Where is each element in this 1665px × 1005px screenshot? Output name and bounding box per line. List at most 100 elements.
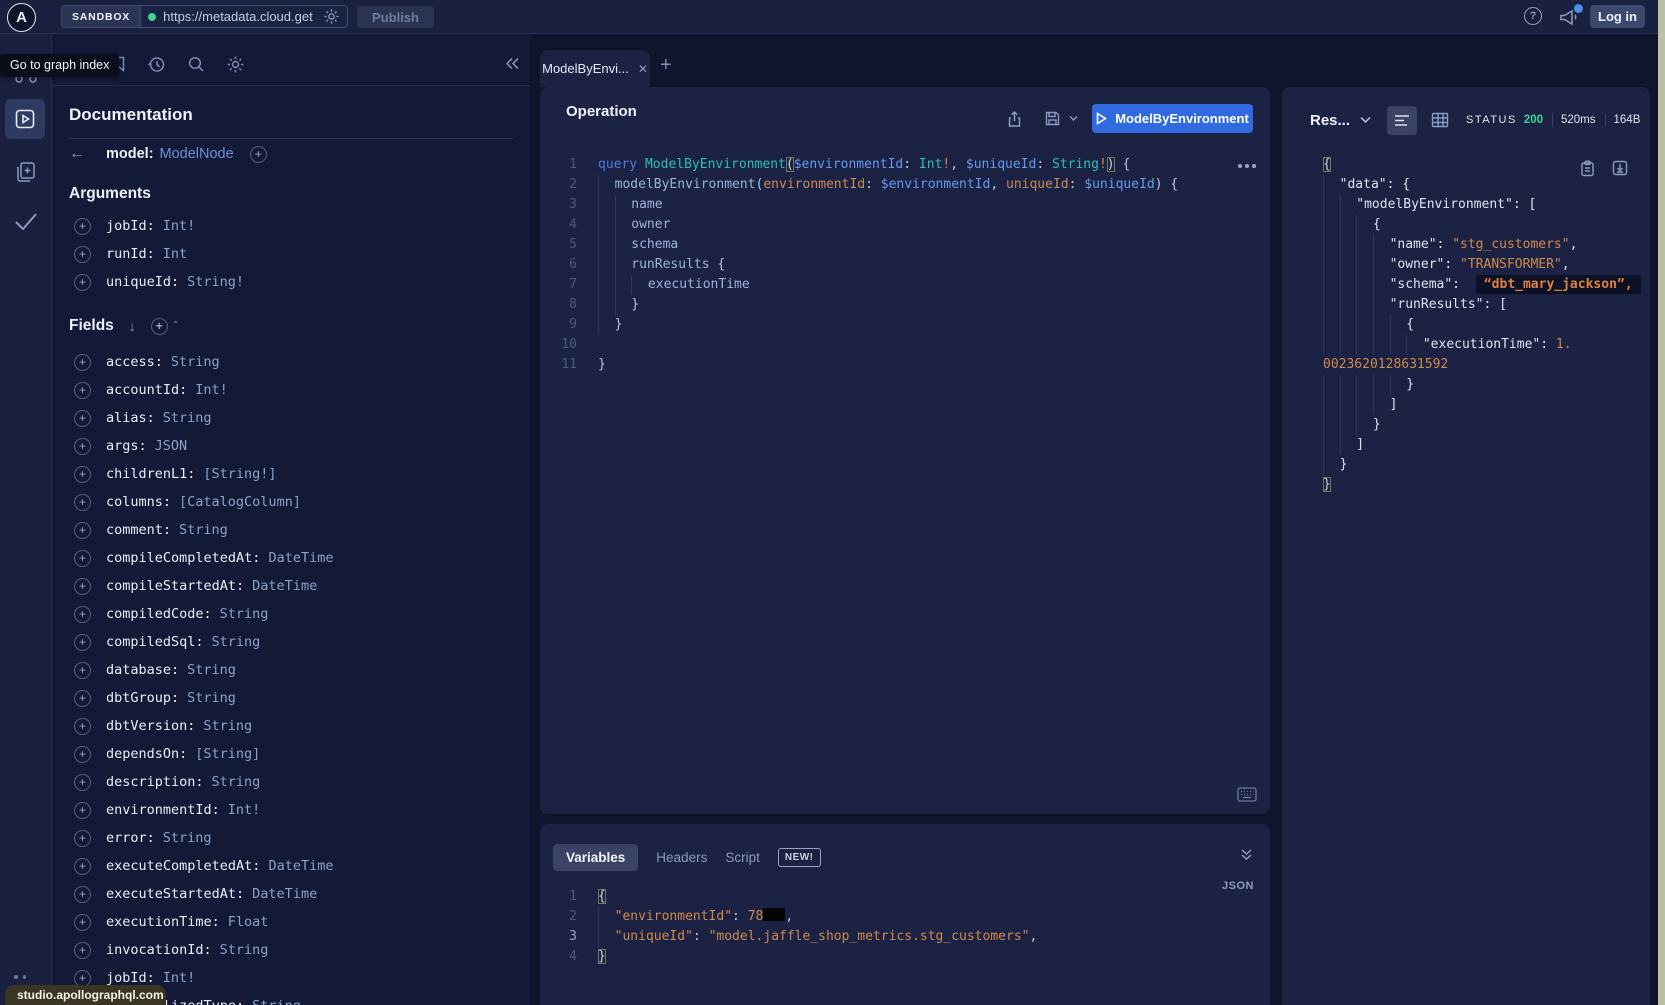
code-line[interactable]: "schema": “dbt_mary_jackson”, [1323, 275, 1646, 295]
code-line[interactable]: 11} [540, 355, 1270, 375]
field-type[interactable]: Int [163, 246, 187, 262]
field-type[interactable]: String [220, 606, 269, 622]
code-line[interactable]: { [1323, 315, 1646, 335]
field-type[interactable]: String [252, 998, 301, 1005]
add-field-icon[interactable] [74, 606, 91, 623]
save-dropdown-chevron-icon[interactable] [1069, 115, 1078, 122]
field-type[interactable]: [String] [195, 746, 260, 762]
field-type[interactable]: [CatalogColumn] [179, 494, 301, 510]
add-field-icon[interactable] [74, 662, 91, 679]
add-field-icon[interactable] [74, 522, 91, 539]
add-field-icon[interactable] [74, 410, 91, 427]
field-type[interactable]: String [212, 774, 261, 790]
add-model-icon[interactable] [250, 146, 267, 163]
add-field-icon[interactable] [74, 942, 91, 959]
add-all-fields-icon[interactable] [151, 318, 168, 335]
add-field-icon[interactable] [74, 746, 91, 763]
tab-headers[interactable]: Headers [656, 850, 707, 865]
field-type[interactable]: DateTime [252, 578, 317, 594]
field-type[interactable]: String [171, 354, 220, 370]
endpoint-url-text[interactable]: https://metadata.cloud.get [163, 9, 316, 24]
code-line[interactable]: "name": "stg_customers", [1323, 235, 1646, 255]
collections-nav-item[interactable] [0, 160, 51, 184]
add-field-icon[interactable] [74, 858, 91, 875]
field-type[interactable]: String [220, 942, 269, 958]
field-type[interactable]: String! [187, 274, 244, 290]
code-line[interactable]: 6runResults { [540, 255, 1270, 275]
sort-descending-icon[interactable]: ↓ [129, 318, 136, 334]
add-field-icon[interactable] [74, 718, 91, 735]
code-line[interactable]: } [1323, 415, 1646, 435]
add-field-icon[interactable] [74, 886, 91, 903]
add-field-icon[interactable] [74, 690, 91, 707]
field-type[interactable]: String [163, 830, 212, 846]
field-type[interactable]: String [212, 634, 261, 650]
endpoint-settings-gear-icon[interactable] [323, 8, 340, 25]
run-operation-button[interactable]: ModelByEnvironment [1092, 104, 1253, 133]
tab-script[interactable]: Script [725, 850, 760, 865]
add-field-icon[interactable] [74, 802, 91, 819]
add-field-icon[interactable] [74, 914, 91, 931]
tab-variables[interactable]: Variables [553, 844, 638, 871]
help-icon[interactable]: ? [1524, 7, 1542, 25]
back-arrow-icon[interactable]: ← [69, 145, 89, 163]
field-type[interactable]: String [187, 690, 236, 706]
field-type[interactable]: DateTime [268, 550, 333, 566]
add-field-icon[interactable] [74, 246, 91, 263]
code-line[interactable]: } [1323, 475, 1646, 495]
field-type[interactable]: Int! [163, 970, 196, 986]
field-type[interactable]: String [203, 718, 252, 734]
field-type[interactable]: Float [228, 914, 269, 930]
collapse-panel-icon[interactable] [1240, 848, 1253, 861]
field-type[interactable]: Int! [195, 382, 228, 398]
add-field-icon[interactable] [74, 494, 91, 511]
code-line[interactable]: "owner": "TRANSFORMER", [1323, 255, 1646, 275]
response-json[interactable]: {"data": {"modelByEnvironment": [{"name"… [1323, 155, 1646, 495]
code-line[interactable]: } [1323, 455, 1646, 475]
field-type[interactable]: DateTime [268, 858, 333, 874]
share-icon[interactable] [1006, 110, 1023, 128]
close-tab-icon[interactable]: ✕ [638, 62, 648, 76]
field-type[interactable]: Int! [228, 802, 261, 818]
add-field-icon[interactable] [74, 634, 91, 651]
field-type[interactable]: DateTime [252, 886, 317, 902]
graphql-editor[interactable]: 1query ModelByEnvironment($environmentId… [540, 155, 1270, 375]
add-field-icon[interactable] [74, 354, 91, 371]
field-type[interactable]: String [163, 410, 212, 426]
announcements-megaphone-icon[interactable] [1558, 6, 1582, 28]
rail-overflow-icon[interactable] [14, 975, 26, 979]
add-field-icon[interactable] [74, 970, 91, 987]
chevron-down-icon[interactable]: ˆ [174, 321, 177, 332]
code-line[interactable]: "modelByEnvironment": [ [1323, 195, 1646, 215]
code-line[interactable]: "data": { [1323, 175, 1646, 195]
history-icon[interactable] [147, 55, 166, 74]
search-icon[interactable] [187, 55, 205, 73]
add-field-icon[interactable] [74, 274, 91, 291]
add-field-icon[interactable] [74, 774, 91, 791]
code-line[interactable]: 2modelByEnvironment(environmentId: $envi… [540, 175, 1270, 195]
code-line[interactable]: 7executionTime [540, 275, 1270, 295]
endpoint-url-field[interactable]: https://metadata.cloud.get [141, 6, 347, 27]
login-button[interactable]: Log in [1590, 5, 1645, 28]
code-line[interactable]: 5schema [540, 235, 1270, 255]
model-type-link[interactable]: ModelNode [160, 146, 234, 162]
add-field-icon[interactable] [74, 578, 91, 595]
checks-nav-item[interactable] [0, 210, 51, 232]
code-line[interactable]: 9} [540, 315, 1270, 335]
code-line[interactable]: 4owner [540, 215, 1270, 235]
code-line[interactable]: 4} [540, 947, 1270, 967]
code-line[interactable]: { [1323, 215, 1646, 235]
table-view-toggle[interactable] [1431, 112, 1449, 128]
code-line[interactable]: } [1323, 375, 1646, 395]
code-line[interactable]: 0023620128631592 [1323, 355, 1646, 375]
add-field-icon[interactable] [74, 382, 91, 399]
publish-button[interactable]: Publish [357, 6, 434, 28]
code-line[interactable]: 1query ModelByEnvironment($environmentId… [540, 155, 1270, 175]
field-type[interactable]: String [187, 662, 236, 678]
code-line[interactable]: 8} [540, 295, 1270, 315]
field-type[interactable]: String [179, 522, 228, 538]
collapse-sidebar-icon[interactable] [504, 55, 521, 72]
field-type[interactable]: [String!] [203, 466, 276, 482]
code-line[interactable]: 3"uniqueId": "model.jaffle_shop_metrics.… [540, 927, 1270, 947]
add-field-icon[interactable] [74, 466, 91, 483]
